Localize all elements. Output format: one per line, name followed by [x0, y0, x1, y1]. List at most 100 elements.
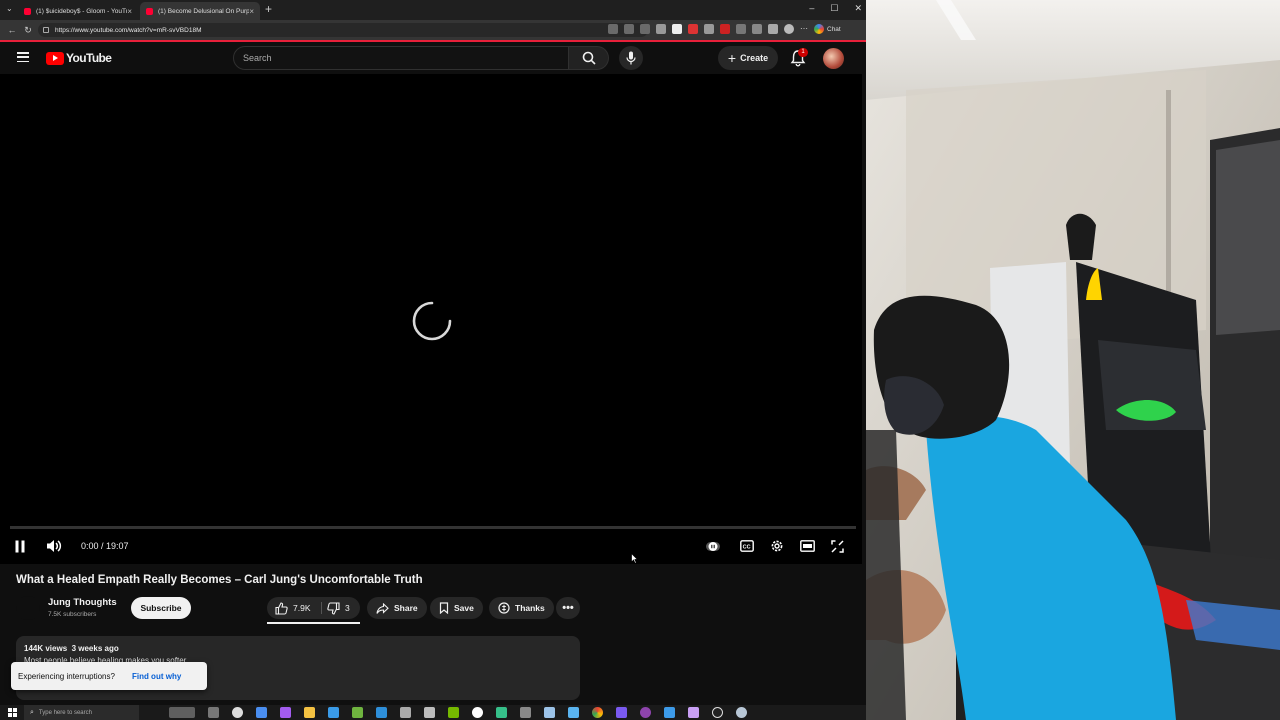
webcam-feed-image	[866, 0, 1280, 720]
account-avatar[interactable]	[823, 48, 844, 69]
app-icon[interactable]	[472, 707, 483, 718]
find-out-why-link[interactable]: Find out why	[132, 672, 181, 681]
pause-icon[interactable]	[14, 540, 26, 553]
tab-search-icon[interactable]: ⌄	[6, 4, 13, 13]
theater-mode-icon[interactable]	[800, 540, 815, 552]
youtube-logo[interactable]: YouTube	[46, 51, 112, 65]
tab-title: (1) Become Delusional On Purpos	[158, 7, 250, 15]
chat-extension-button[interactable]: Chat	[814, 24, 841, 34]
extension-icon[interactable]	[720, 24, 730, 34]
like-dislike-group: 7.9K 3	[267, 597, 360, 619]
app-icon[interactable]	[352, 707, 363, 718]
close-tab-icon[interactable]: ×	[127, 7, 132, 16]
new-tab-icon[interactable]: +	[265, 2, 272, 16]
loading-spinner-icon	[412, 301, 452, 341]
extension-icon[interactable]	[688, 24, 698, 34]
app-icon[interactable]	[328, 707, 339, 718]
time-display: 0:00 / 19:07	[81, 541, 129, 551]
view-count-date: 144K views 3 weeks ago	[24, 644, 119, 653]
browser-tab-active[interactable]: (1) Become Delusional On Purpos ×	[140, 2, 260, 20]
create-button[interactable]: + Create	[718, 46, 778, 70]
site-info-icon[interactable]	[43, 27, 49, 33]
extension-icon[interactable]	[768, 24, 778, 34]
app-icon[interactable]	[688, 707, 699, 718]
settings-gear-icon[interactable]	[770, 539, 784, 553]
app-icon[interactable]	[424, 707, 435, 718]
app-icon[interactable]	[208, 707, 219, 718]
app-icon[interactable]	[448, 707, 459, 718]
share-button[interactable]: Share	[367, 597, 427, 619]
thumbs-up-icon	[275, 601, 288, 615]
fullscreen-icon[interactable]	[831, 540, 844, 553]
reload-icon[interactable]: ↻	[22, 25, 34, 36]
app-icon[interactable]	[544, 707, 555, 718]
more-actions-button[interactable]: •••	[556, 597, 580, 619]
file-explorer-icon[interactable]	[304, 707, 315, 718]
save-label: Save	[454, 603, 474, 613]
menu-kebab-icon[interactable]: ⋯	[800, 24, 808, 34]
subscribe-button[interactable]: Subscribe	[131, 597, 191, 619]
app-icon[interactable]	[616, 707, 627, 718]
youtube-logo-icon	[46, 51, 64, 65]
app-icon[interactable]	[664, 707, 675, 718]
app-icon[interactable]	[256, 707, 267, 718]
toast-message: Experiencing interruptions?	[18, 671, 115, 681]
search-icon	[582, 51, 596, 65]
browser-tab-gloom[interactable]: (1) $uicideboy$ - Gloom - YouTub ×	[18, 2, 138, 20]
dislike-count: 3	[345, 603, 350, 613]
app-icon[interactable]	[232, 707, 243, 718]
channel-avatar[interactable]	[16, 596, 40, 620]
save-button[interactable]: Save	[430, 597, 483, 619]
extension-icon[interactable]	[736, 24, 746, 34]
dislike-button[interactable]: 3	[327, 600, 350, 616]
extension-icon[interactable]	[752, 24, 762, 34]
close-window-icon[interactable]: ✕	[854, 3, 862, 14]
chrome-icon[interactable]	[592, 707, 603, 718]
app-icon[interactable]	[280, 707, 291, 718]
app-icon[interactable]	[400, 707, 411, 718]
app-icon[interactable]	[376, 707, 387, 718]
url-field[interactable]: https://www.youtube.com/watch?v=mR-svVBD…	[38, 23, 648, 37]
close-tab-icon[interactable]: ×	[249, 7, 254, 16]
volume-icon[interactable]	[46, 539, 62, 553]
zoom-icon[interactable]	[624, 24, 634, 34]
windows-start-icon[interactable]	[0, 705, 24, 720]
extension-icon[interactable]	[704, 24, 714, 34]
video-player[interactable]: 0:00 / 19:07 CC	[0, 74, 866, 564]
app-icon[interactable]	[568, 707, 579, 718]
obs-icon[interactable]	[712, 707, 723, 718]
extension-icon[interactable]	[672, 24, 682, 34]
back-icon[interactable]: ←	[6, 25, 18, 35]
progress-bar[interactable]	[10, 526, 856, 529]
search-placeholder: Search	[243, 53, 272, 63]
video-title: What a Healed Empath Really Becomes – Ca…	[16, 574, 423, 586]
thanks-button[interactable]: Thanks	[489, 597, 554, 619]
maximize-icon[interactable]: ☐	[830, 3, 838, 14]
steam-icon[interactable]	[736, 707, 747, 718]
autoplay-toggle-icon[interactable]	[706, 541, 720, 552]
menu-icon[interactable]	[17, 52, 29, 62]
profile-icon[interactable]	[784, 24, 794, 34]
bookmark-star-icon[interactable]	[640, 24, 650, 34]
voice-search-button[interactable]	[619, 46, 643, 70]
taskbar-search-input[interactable]: ⌕ Type here to search	[24, 705, 139, 720]
extension-icon[interactable]	[656, 24, 666, 34]
task-view-icon[interactable]	[169, 707, 195, 718]
like-button[interactable]: 7.9K	[275, 600, 311, 616]
channel-name[interactable]: Jung Thoughts	[48, 597, 117, 608]
create-label: Create	[740, 53, 769, 63]
minimize-icon[interactable]: –	[809, 3, 814, 14]
app-icon[interactable]	[496, 707, 507, 718]
install-app-icon[interactable]	[608, 24, 618, 34]
search-icon: ⌕	[30, 708, 34, 716]
youtube-favicon-icon	[24, 7, 31, 15]
search-input[interactable]: Search	[233, 46, 569, 70]
search-button[interactable]	[569, 46, 609, 70]
share-arrow-icon	[376, 602, 389, 614]
webcam-overlay	[866, 0, 1280, 720]
notification-badge: 1	[798, 48, 808, 57]
captions-icon[interactable]: CC	[740, 540, 754, 552]
app-icon[interactable]	[640, 707, 651, 718]
tab-bar: ⌄ (1) $uicideboy$ - Gloom - YouTub × (1)…	[0, 0, 866, 20]
app-icon[interactable]	[520, 707, 531, 718]
